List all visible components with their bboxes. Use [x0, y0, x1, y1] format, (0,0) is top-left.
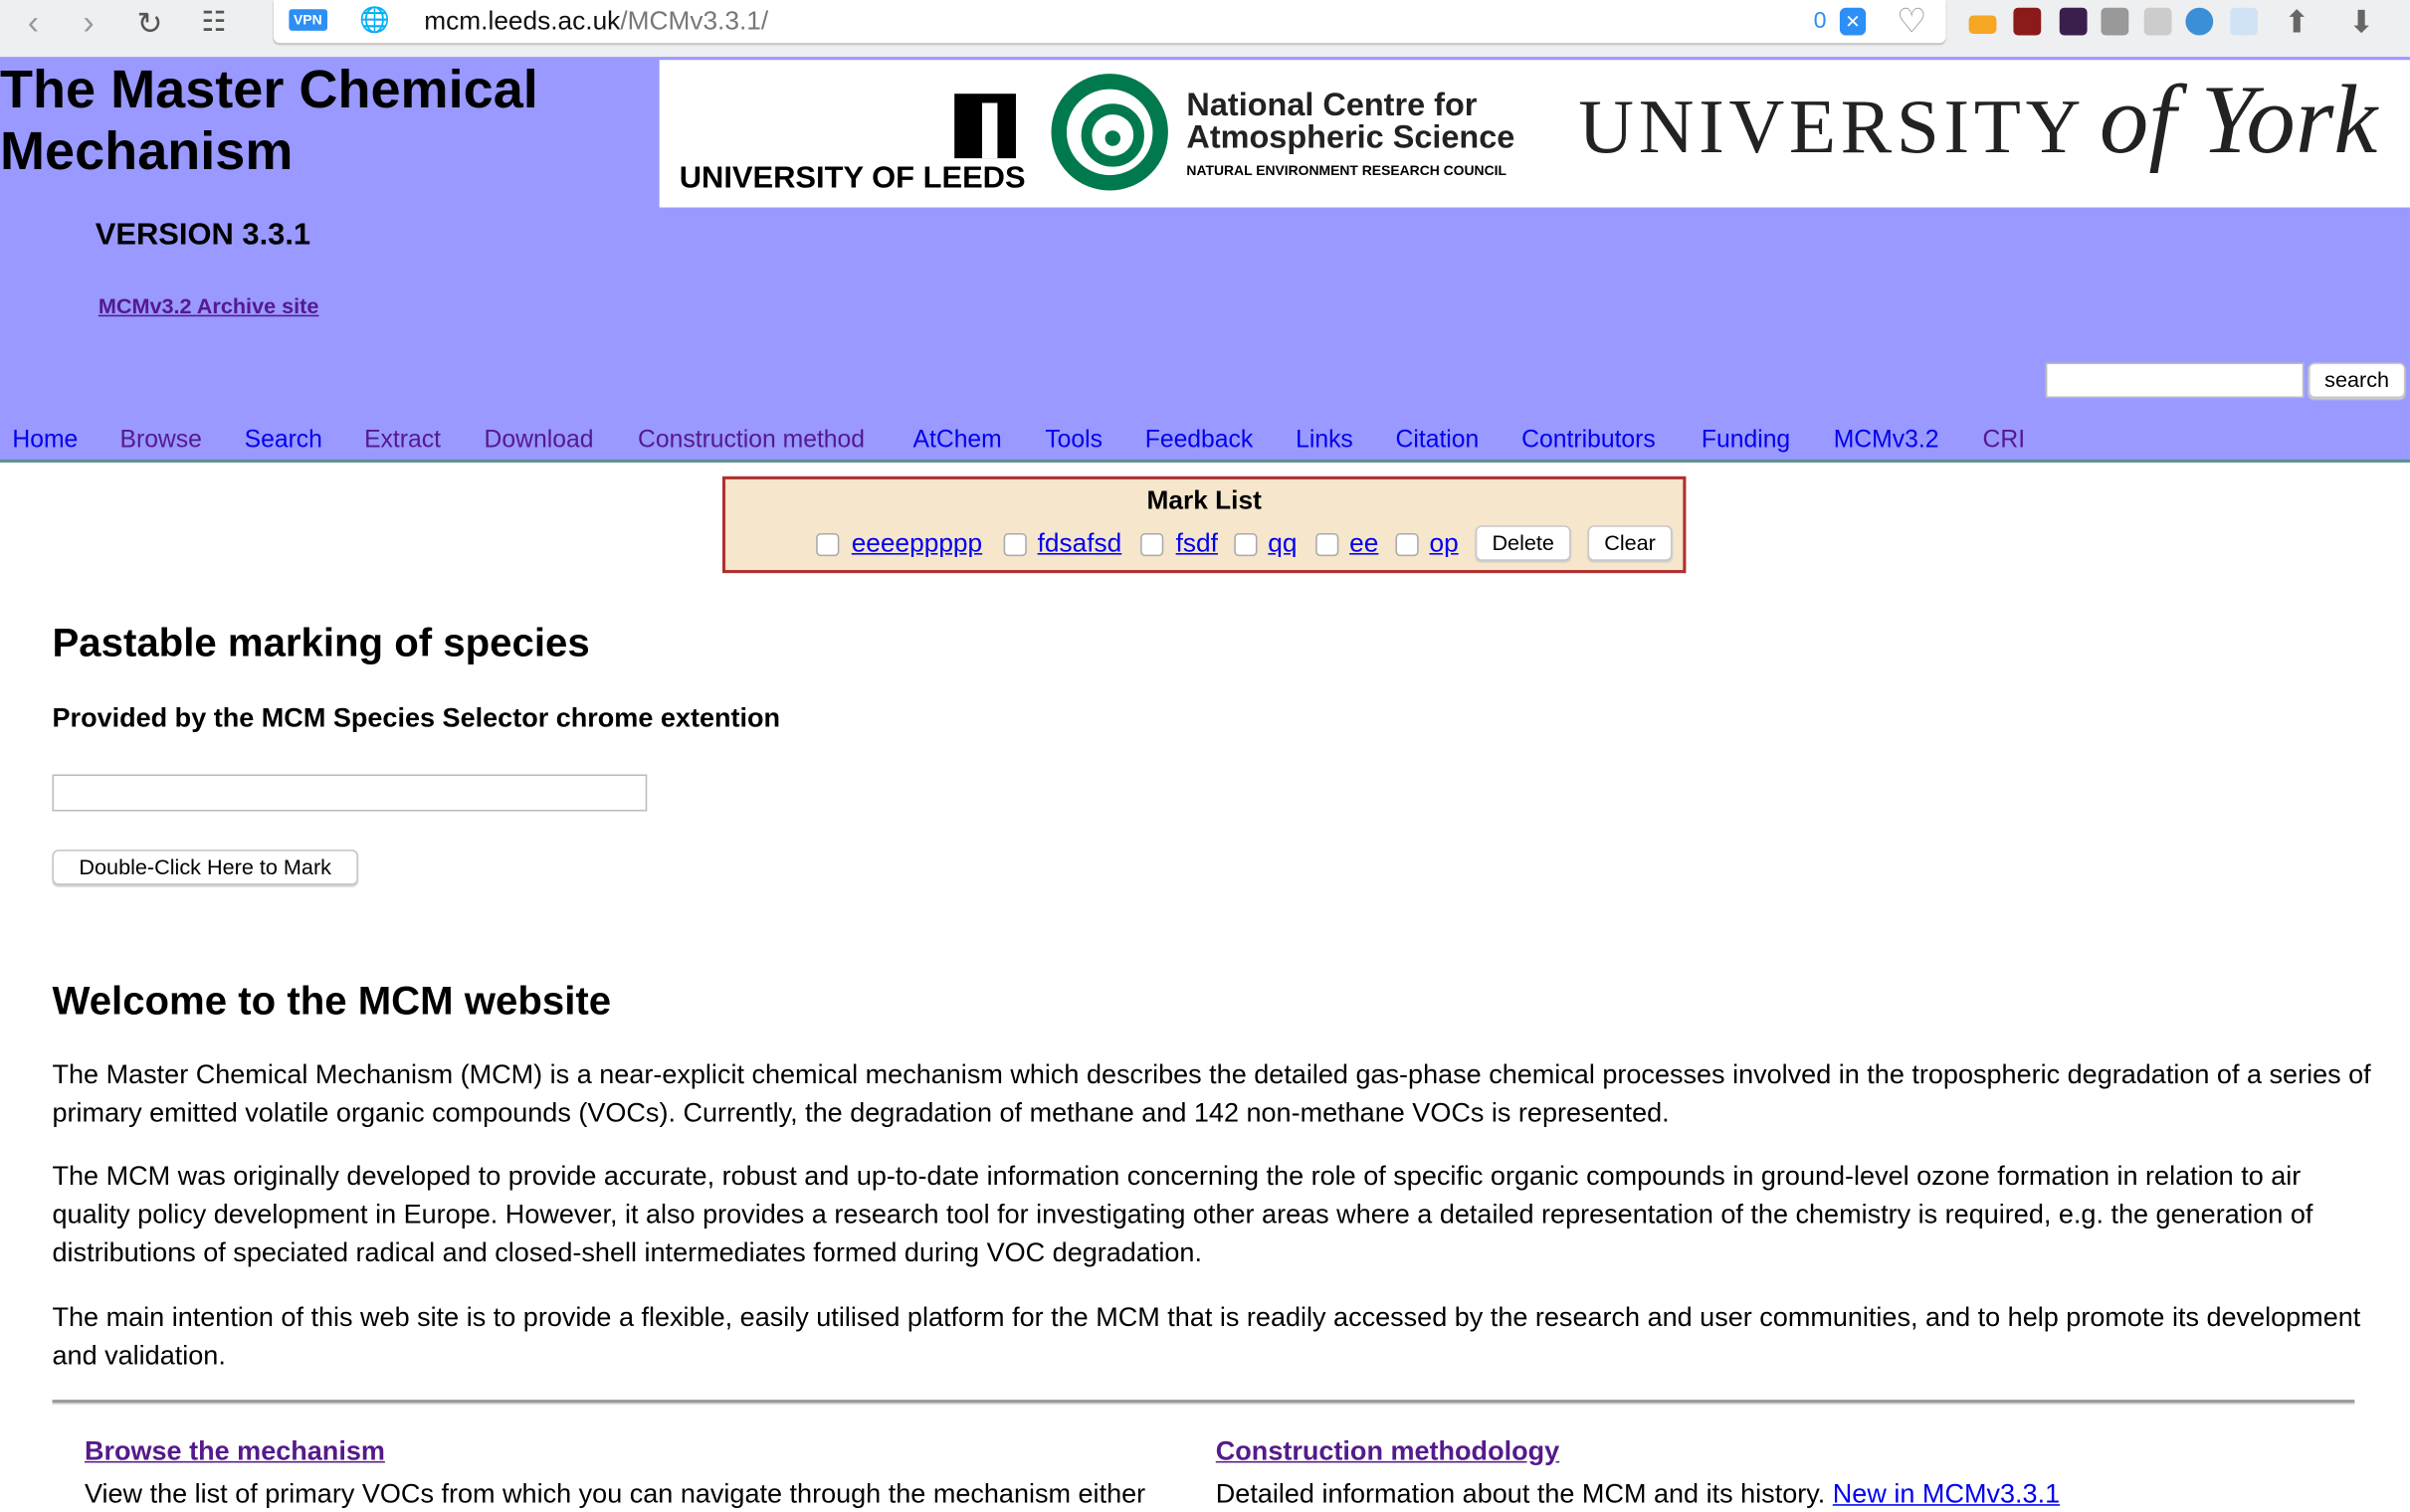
welcome-heading: Welcome to the MCM website: [52, 977, 612, 1024]
ncas-line: National Centre for: [1186, 88, 1478, 123]
mark-item-link[interactable]: fsdf: [1176, 528, 1218, 559]
title-line: The Master Chemical: [0, 60, 538, 120]
ncas-line: Atmospheric Science: [1186, 119, 1515, 156]
nav-mcmv3-2[interactable]: MCMv3.2: [1834, 427, 1939, 455]
browser-toolbar: ‹ › ↻ ☷ VPN 🌐 mcm.leeds.ac.uk/MCMv3.3.1/…: [0, 0, 2410, 58]
extension-icon[interactable]: [2013, 7, 2042, 36]
mark-checkbox[interactable]: [1140, 532, 1164, 557]
nav-feedback[interactable]: Feedback: [1145, 427, 1254, 455]
leeds-logo-text: UNIVERSITY OF LEEDS: [679, 161, 1026, 196]
forward-icon[interactable]: ›: [83, 3, 94, 43]
pastable-heading: Pastable marking of species: [52, 619, 590, 665]
shield-icon[interactable]: ✕: [1839, 7, 1867, 36]
delete-button[interactable]: Delete: [1475, 525, 1571, 561]
browse-description: View the list of primary VOCs from which…: [84, 1477, 1146, 1509]
site-search-input[interactable]: [2045, 362, 2305, 399]
vpn-badge[interactable]: VPN: [289, 9, 327, 31]
construction-text: Detailed information about the MCM and i…: [1215, 1477, 1826, 1509]
new-in-mcm-link[interactable]: New in MCMv3.3.1: [1833, 1478, 2060, 1509]
mark-checkbox[interactable]: [1003, 532, 1027, 557]
nav-contributors[interactable]: Contributors: [1521, 427, 1656, 455]
share-icon[interactable]: ⬆: [2284, 3, 2310, 42]
construction-methodology-link[interactable]: Construction methodology: [1216, 1435, 1559, 1467]
extension-icon[interactable]: [2059, 7, 2088, 36]
mark-item-link[interactable]: qq: [1268, 528, 1297, 559]
nav-construction-method[interactable]: Construction method: [638, 427, 865, 455]
url-path: /MCMv3.3.1/: [620, 6, 769, 36]
leeds-logo-icon: [954, 94, 1016, 159]
nav-funding[interactable]: Funding: [1702, 427, 1790, 455]
svg-extension-icon[interactable]: [2185, 7, 2214, 36]
address-bar[interactable]: VPN 🌐 mcm.leeds.ac.uk/MCMv3.3.1/ 0 ✕ ♡: [273, 0, 1946, 44]
extension-icon[interactable]: [2101, 7, 2129, 36]
pastable-input[interactable]: [52, 774, 648, 812]
nav-browse[interactable]: Browse: [119, 427, 201, 455]
mark-item-link[interactable]: fdsafsd: [1038, 528, 1122, 559]
mark-list-panel: Mark List eeeeppppp fdsafsd fsdf qq ee o…: [721, 475, 1687, 574]
search-button[interactable]: search: [2308, 362, 2406, 399]
welcome-paragraph: The main intention of this web site is t…: [52, 1301, 2361, 1371]
ncas-spiral-icon: [1051, 74, 1168, 191]
back-icon[interactable]: ‹: [28, 3, 39, 43]
mark-list-title: Mark List: [1146, 485, 1262, 515]
mark-checkbox[interactable]: [816, 532, 840, 557]
nerc-text: NATURAL ENVIRONMENT RESEARCH COUNCIL: [1186, 162, 1506, 179]
welcome-paragraph: The MCM was originally developed to prov…: [52, 1160, 2313, 1268]
site-header: The Master Chemical Mechanism UNIVERSITY…: [0, 57, 2410, 463]
nav-tools[interactable]: Tools: [1045, 427, 1103, 455]
mark-item-link[interactable]: ee: [1349, 528, 1378, 559]
nav-extract[interactable]: Extract: [364, 427, 441, 455]
mark-checkbox[interactable]: [1315, 532, 1339, 557]
construction-description: Detailed information about the MCM and i…: [1216, 1478, 2060, 1510]
nav-links[interactable]: Links: [1296, 427, 1353, 455]
clear-button[interactable]: Clear: [1587, 525, 1673, 561]
mark-checkbox[interactable]: [1234, 532, 1258, 557]
nav-download[interactable]: Download: [485, 427, 594, 455]
nav-citation[interactable]: Citation: [1395, 427, 1479, 455]
mark-button[interactable]: Double-Click Here to Mark: [52, 850, 358, 885]
archive-site-link[interactable]: MCMv3.2 Archive site: [99, 293, 319, 318]
globe-icon: 🌐: [359, 7, 391, 34]
nav-search[interactable]: Search: [245, 427, 322, 455]
nav-home[interactable]: Home: [12, 427, 78, 455]
welcome-paragraph: The Master Chemical Mechanism (MCM) is a…: [52, 1058, 2371, 1128]
divider: [52, 1400, 2355, 1405]
download-icon[interactable]: ⬇: [2348, 3, 2374, 42]
mark-item-link[interactable]: eeeeppppp: [852, 528, 982, 559]
nav-atchem[interactable]: AtChem: [912, 427, 1001, 455]
browse-mechanism-link[interactable]: Browse the mechanism: [85, 1435, 385, 1467]
folder-icon[interactable]: [1968, 15, 1997, 34]
pastable-subheading: Provided by the MCM Species Selector chr…: [52, 701, 781, 733]
tabs-grid-icon[interactable]: ☷: [201, 6, 226, 38]
title-line: Mechanism: [0, 121, 294, 182]
ncas-logo-text: National Centre for Atmospheric Science: [1186, 90, 1514, 154]
url-text[interactable]: mcm.leeds.ac.uk/MCMv3.3.1/: [424, 6, 768, 37]
shield-count: 0: [1813, 7, 1827, 34]
site-title: The Master Chemical Mechanism: [0, 60, 538, 183]
extension-icon[interactable]: [2230, 7, 2259, 36]
heart-icon[interactable]: ♡: [1897, 2, 1926, 42]
mark-checkbox[interactable]: [1395, 532, 1419, 557]
york-logo-script: of York: [2099, 64, 2378, 174]
version-label: VERSION 3.3.1: [95, 218, 311, 253]
mark-item-link[interactable]: op: [1429, 528, 1458, 559]
nav-cri[interactable]: CRI: [1983, 427, 2026, 455]
york-logo-text: UNIVERSITY: [1578, 83, 2086, 169]
partner-logos: UNIVERSITY OF LEEDS National Centre for …: [659, 60, 2410, 208]
url-host: mcm.leeds.ac.uk: [424, 6, 621, 36]
extension-icon[interactable]: [2143, 7, 2172, 36]
reload-icon[interactable]: ↻: [136, 5, 162, 44]
